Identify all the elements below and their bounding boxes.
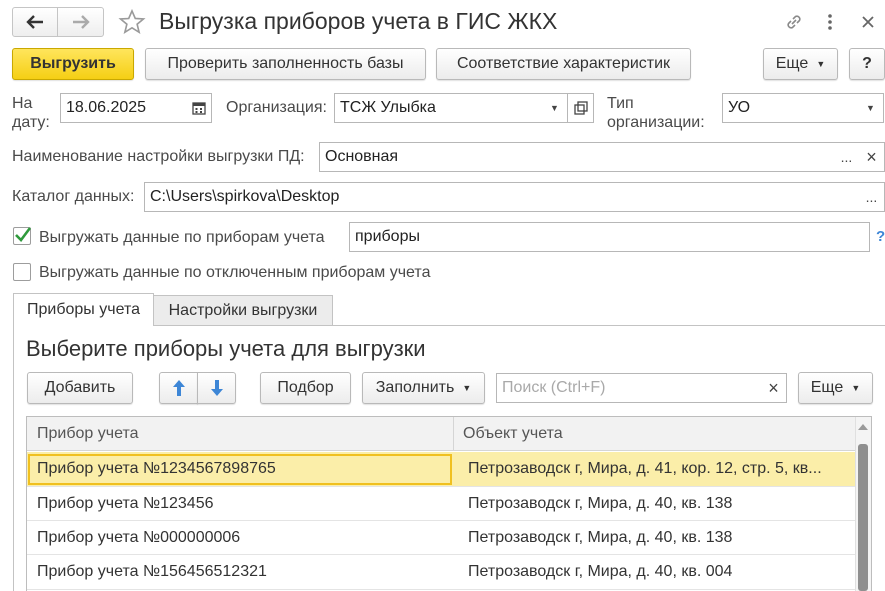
more-button[interactable]: Еще ▼ <box>763 48 838 80</box>
date-field[interactable]: 18.06.2025 <box>60 93 187 123</box>
dropdown-triangle-icon: ▼ <box>866 103 875 113</box>
characteristics-mapping-button[interactable]: Соответствие характеристик <box>436 48 691 80</box>
data-catalog-field[interactable]: C:\Users\spirkova\Desktop <box>144 182 860 212</box>
organization-type-label: Тип организации: <box>607 95 705 131</box>
cell-device: Прибор учета №123456 <box>37 494 214 512</box>
panel-more-button[interactable]: Еще ▼ <box>798 372 873 404</box>
fill-label: Заполнить <box>375 379 455 396</box>
panel-heading: Выберите приборы учета для выгрузки <box>26 336 426 361</box>
date-label: На дату: <box>12 95 50 131</box>
export-disabled-meters-checkbox[interactable] <box>13 263 31 281</box>
arrow-down-icon <box>210 380 223 396</box>
check-database-button[interactable]: Проверить заполненность базы <box>145 48 426 80</box>
export-disabled-meters-label: Выгружать данные по отключенным приборам… <box>39 264 431 281</box>
cell-device: Прибор учета №156456512321 <box>37 563 267 580</box>
search-placeholder: Поиск (Ctrl+F) <box>502 379 606 396</box>
cell-object: Петрозаводск г, Мира, д. 41, кор. 12, ст… <box>468 460 822 477</box>
organization-open-button[interactable] <box>568 93 594 123</box>
back-button[interactable] <box>13 8 58 36</box>
close-icon <box>862 16 874 28</box>
star-icon <box>118 8 146 35</box>
organization-dropdown-button[interactable]: ▼ <box>542 93 568 123</box>
fill-button[interactable]: Заполнить ▼ <box>362 372 485 404</box>
export-setting-label: Наименование настройки выгрузки ПД: <box>12 148 305 165</box>
move-down-button[interactable] <box>197 372 236 404</box>
panel-more-label: Еще <box>810 379 844 396</box>
row-divider <box>27 589 855 590</box>
tab-export-settings[interactable]: Настройки выгрузки <box>153 295 333 326</box>
dropdown-triangle-icon: ▼ <box>816 59 826 69</box>
column-header-object[interactable]: Объект учета <box>454 417 854 451</box>
more-label: Еще <box>775 55 809 72</box>
export-meters-checkbox[interactable] <box>13 227 32 245</box>
calendar-button[interactable] <box>186 93 212 123</box>
export-setting-clear-button[interactable]: × <box>859 142 885 172</box>
forward-button[interactable] <box>58 8 103 36</box>
export-meters-field[interactable]: приборы <box>349 222 870 252</box>
organization-type-dropdown-button[interactable]: ▼ <box>858 93 884 123</box>
kebab-menu-button[interactable] <box>818 8 842 36</box>
export-meters-label: Выгружать данные по приборам учета <box>39 229 325 246</box>
organization-field[interactable]: ТСЖ Улыбка <box>334 93 543 123</box>
data-catalog-select-button[interactable]: ... <box>859 182 885 212</box>
cell-device: Прибор учета №000000006 <box>37 528 241 546</box>
export-button[interactable]: Выгрузить <box>12 48 134 80</box>
link-button[interactable] <box>780 8 808 36</box>
organization-label: Организация: <box>226 99 327 116</box>
checkmark-icon <box>15 227 32 242</box>
arrow-up-icon <box>172 380 185 396</box>
tab-meters[interactable]: Приборы учета <box>13 293 154 326</box>
arrow-right-icon <box>72 15 90 29</box>
add-button[interactable]: Добавить <box>27 372 133 404</box>
help-button[interactable]: ? <box>849 48 885 80</box>
help-mark[interactable]: ? <box>876 228 885 245</box>
move-up-button[interactable] <box>159 372 198 404</box>
close-button[interactable] <box>856 8 880 36</box>
cell-device: Прибор учета №1234567898765 <box>37 460 276 477</box>
organization-type-field[interactable]: УО <box>722 93 859 123</box>
pick-button[interactable]: Подбор <box>260 372 351 404</box>
kebab-icon <box>828 14 832 30</box>
calendar-icon <box>191 102 206 115</box>
dropdown-triangle-icon: ▼ <box>462 383 472 393</box>
search-clear-button[interactable]: × <box>761 373 787 403</box>
cell-object: Петрозаводск г, Мира, д. 40, кв. 138 <box>468 494 733 512</box>
cell-object: Петрозаводск г, Мира, д. 40, кв. 004 <box>468 563 733 580</box>
open-window-icon <box>573 101 588 115</box>
dropdown-triangle-icon: ▼ <box>851 383 861 393</box>
export-setting-field[interactable]: Основная <box>319 142 835 172</box>
link-icon <box>787 15 801 29</box>
export-setting-select-button[interactable]: ... <box>834 142 860 172</box>
column-header-device[interactable]: Прибор учета <box>28 417 453 451</box>
data-catalog-label: Каталог данных: <box>12 188 135 205</box>
scrollbar-thumb[interactable] <box>858 444 868 591</box>
arrow-left-icon <box>26 15 43 29</box>
dropdown-triangle-icon: ▼ <box>550 103 559 113</box>
cell-object: Петрозаводск г, Мира, д. 40, кв. 138 <box>468 528 733 546</box>
favorite-star-button[interactable] <box>116 6 148 38</box>
search-input[interactable]: Поиск (Ctrl+F) <box>496 373 762 403</box>
scroll-up-arrow-icon[interactable] <box>858 424 868 430</box>
window-title: Выгрузка приборов учета в ГИС ЖКХ <box>159 8 558 34</box>
